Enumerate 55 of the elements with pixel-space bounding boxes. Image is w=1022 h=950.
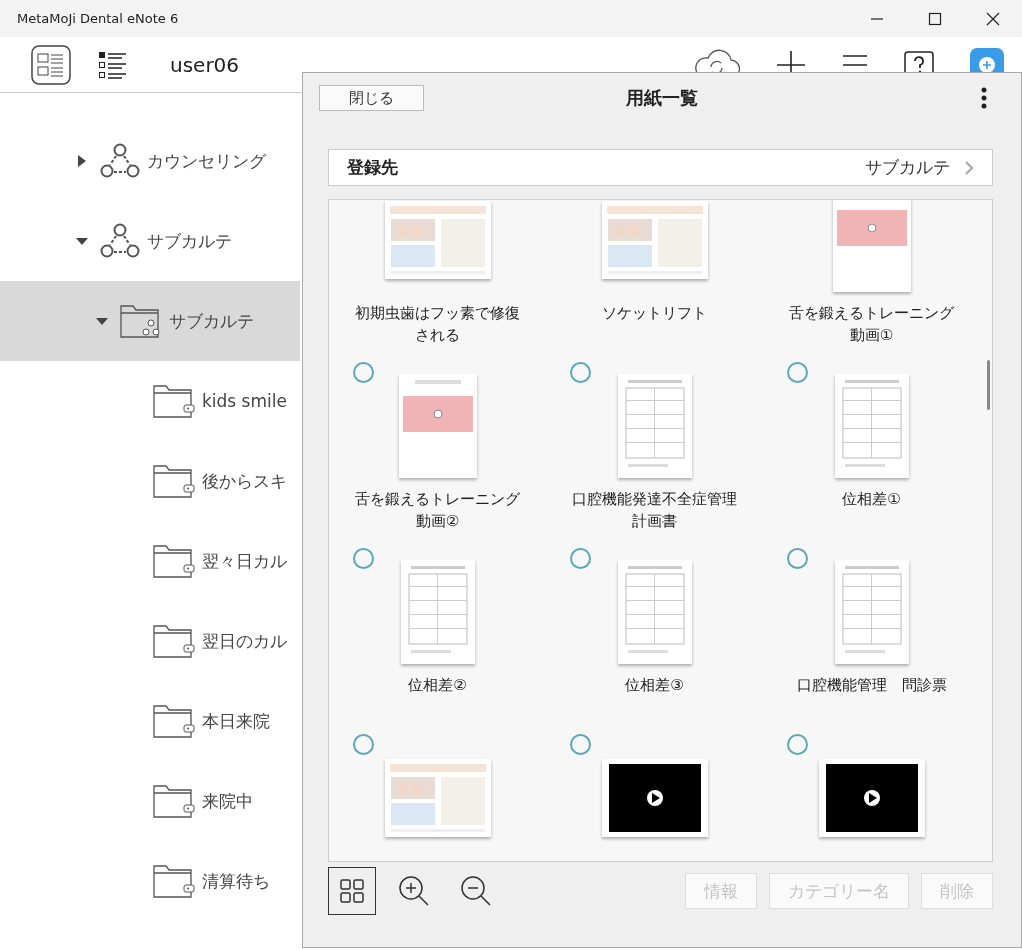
zoom-out-icon[interactable] (460, 875, 492, 907)
dialog-title: 用紙一覧 (625, 86, 699, 110)
template-name: 位相差② (407, 675, 468, 696)
destination-value: サブカルテ (865, 156, 950, 179)
template-name: 口腔機能管理 問診票 (795, 675, 948, 696)
grid-icon (339, 878, 365, 904)
folder-icon (152, 543, 196, 579)
list-icon[interactable] (98, 49, 128, 80)
tree-item[interactable]: 本日来院 (0, 681, 300, 761)
tree-item[interactable]: 翌日のカル (0, 601, 300, 681)
radio-button[interactable] (570, 362, 591, 383)
template-name: 舌を鍛えるトレーニング動画② (354, 489, 521, 532)
radio-button[interactable] (787, 362, 808, 383)
group-folder-icon (119, 303, 163, 339)
tree-item[interactable]: kids smile (0, 361, 300, 441)
document-list-icon[interactable] (31, 44, 71, 85)
maximize-icon[interactable] (928, 11, 942, 26)
tree-item[interactable]: 翌々日カル (0, 521, 300, 601)
people-group-icon (99, 143, 141, 179)
folder-icon (152, 863, 196, 899)
destination-row[interactable]: 登録先 サブカルテ (328, 149, 993, 186)
chevron-icon (964, 159, 974, 176)
radio-button[interactable] (353, 548, 374, 569)
user-name: user06 (170, 52, 240, 77)
template-name: 初期虫歯はフッ素で修復される (354, 303, 521, 346)
destination-label: 登録先 (347, 156, 398, 179)
radio-button[interactable] (570, 548, 591, 569)
close-button[interactable]: 閉じる (319, 85, 424, 111)
radio-button[interactable] (787, 548, 808, 569)
radio-button[interactable] (353, 734, 374, 755)
people-group-icon (99, 223, 141, 259)
tree-item[interactable]: カウンセリング (0, 121, 300, 201)
tree-item[interactable]: 後からスキ (0, 441, 300, 521)
zoom-in-icon[interactable] (398, 875, 430, 907)
template-name: 位相差① (841, 489, 902, 510)
template-name: 舌を鍛えるトレーニング動画① (788, 303, 955, 346)
radio-button[interactable] (787, 734, 808, 755)
folder-icon (152, 463, 196, 499)
tree-item[interactable]: 清算待ち (0, 841, 300, 921)
tree-item[interactable]: サブカルテ (0, 201, 300, 281)
close-icon[interactable] (986, 11, 1000, 26)
folder-icon (152, 783, 196, 819)
radio-button[interactable] (353, 362, 374, 383)
template-name: 位相差③ (624, 675, 685, 696)
folder-icon (152, 703, 196, 739)
tree-item[interactable]: 来院中 (0, 761, 300, 841)
template-name: 口腔機能発達不全症管理計画書 (571, 489, 738, 532)
tree-item[interactable]: サブカルテ (0, 281, 300, 361)
window-title: MetaMoJi Dental eNote 6 (17, 11, 179, 26)
template-name: ソケットリフト (601, 303, 708, 324)
more-icon[interactable] (981, 87, 987, 109)
folder-icon (152, 623, 196, 659)
grid-view-button[interactable] (328, 867, 376, 915)
radio-button[interactable] (570, 734, 591, 755)
folder-icon (152, 383, 196, 419)
